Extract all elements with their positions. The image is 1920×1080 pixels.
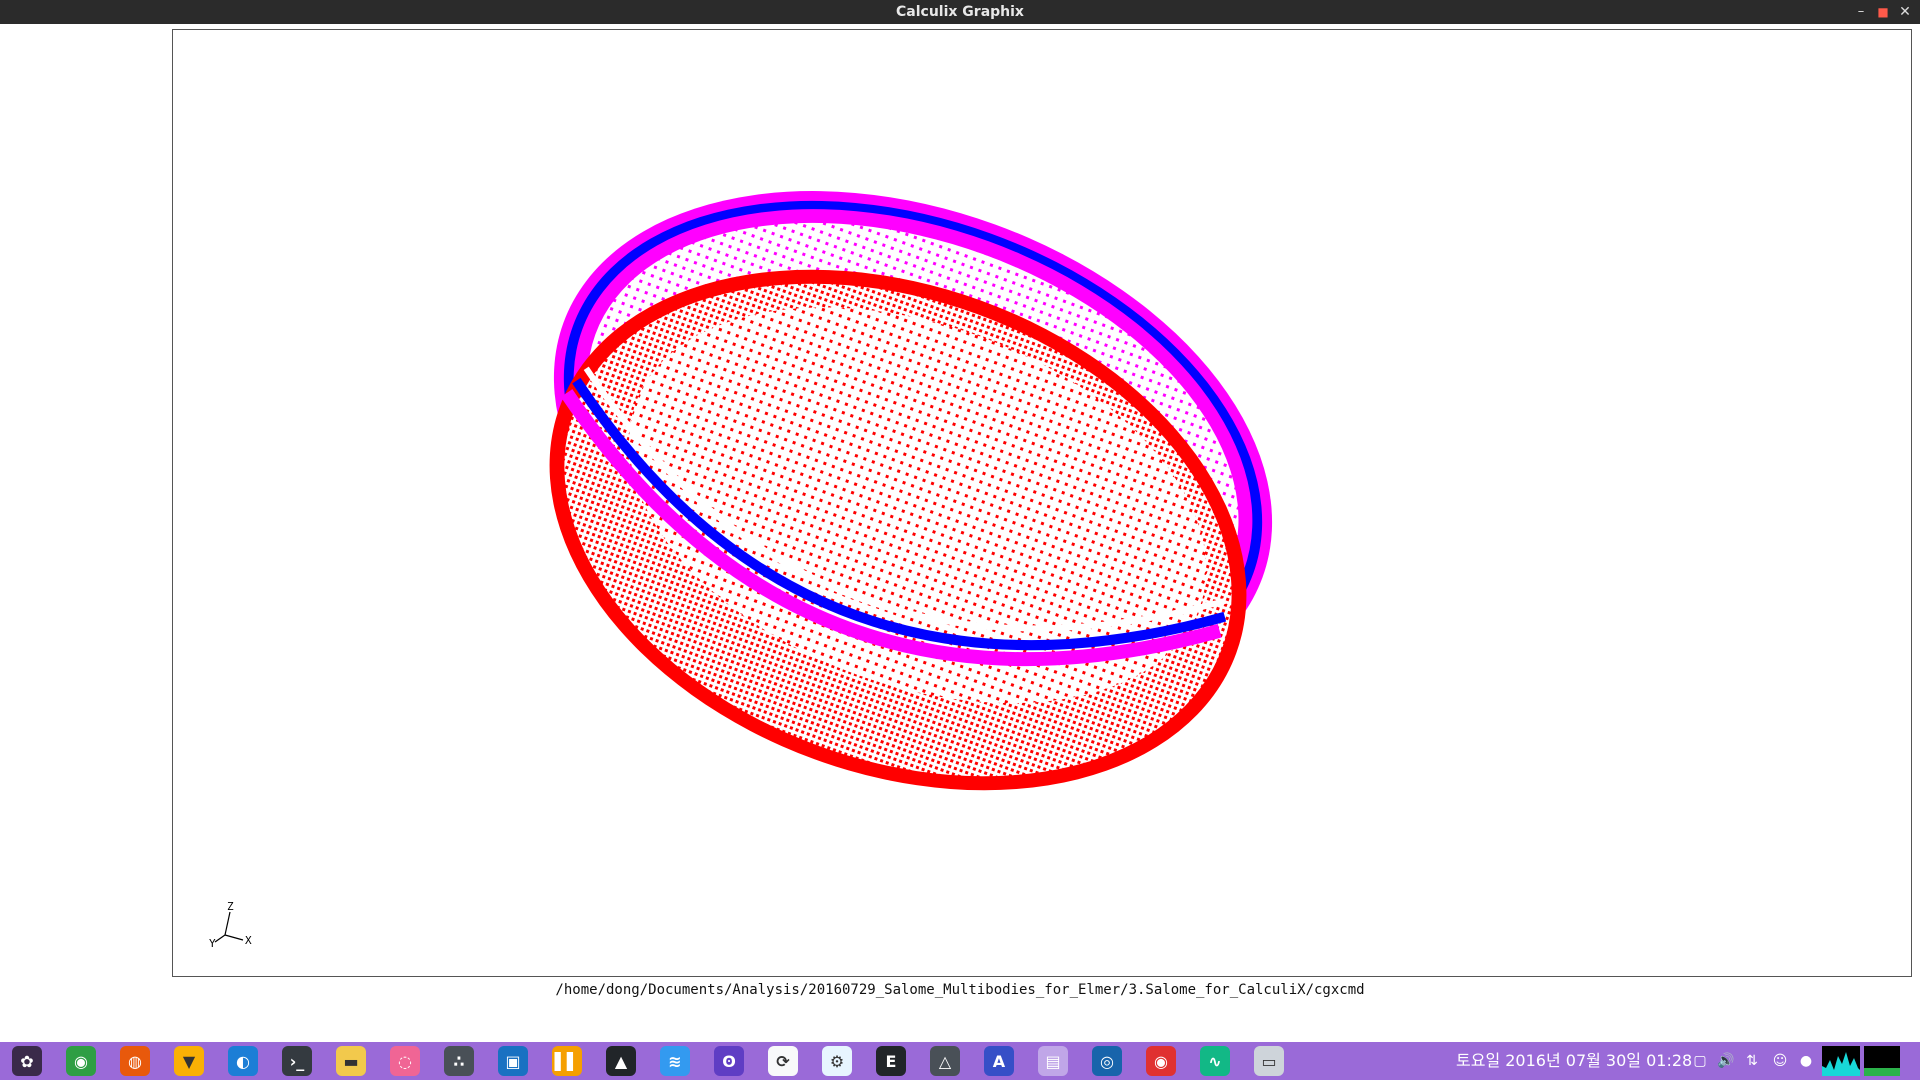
- firefox-icon[interactable]: ◍: [120, 1046, 150, 1076]
- text-app-icon[interactable]: A: [984, 1046, 1014, 1076]
- user-icon[interactable]: ☺: [1770, 1051, 1790, 1071]
- axis-x-label: X: [245, 934, 252, 947]
- gmsh-icon[interactable]: ▲: [606, 1046, 636, 1076]
- chrome-icon[interactable]: ◉: [66, 1046, 96, 1076]
- taskbar: ✿ ◉ ◍ ▼ ◐ ›_ ▬ ◌ ∴ ▣ ▌▌ ▲ ≋ ʘ ⟳ ⚙ E △ A ▤ ◎ ◉ ∿ ▭ 토요일 2016년 07월…: [0, 1042, 1920, 1080]
- minimize-button[interactable]: –: [1852, 3, 1870, 21]
- terminal-icon[interactable]: ›_: [282, 1046, 312, 1076]
- axis-z-label: Z: [227, 900, 234, 913]
- salome-icon[interactable]: ≋: [660, 1046, 690, 1076]
- paraview-icon[interactable]: ʘ: [714, 1046, 744, 1076]
- status-icon[interactable]: ●: [1796, 1051, 1816, 1071]
- monitor-app-icon[interactable]: ∿: [1200, 1046, 1230, 1076]
- sync-icon[interactable]: ◌: [390, 1046, 420, 1076]
- blue-app-icon[interactable]: ▣: [498, 1046, 528, 1076]
- memory-graph[interactable]: [1864, 1046, 1900, 1076]
- cpu-graph[interactable]: [1822, 1046, 1860, 1076]
- bars-app-icon[interactable]: ▌▌: [552, 1046, 582, 1076]
- clock[interactable]: 토요일 2016년 07월 30일 01:28: [1456, 1042, 1692, 1080]
- notification-icon[interactable]: ▢: [1690, 1051, 1710, 1071]
- network-icon[interactable]: ⇅: [1742, 1051, 1762, 1071]
- dots-app-icon[interactable]: ∴: [444, 1046, 474, 1076]
- axis-y-label: Y: [209, 937, 216, 950]
- window-app-icon[interactable]: ▭: [1254, 1046, 1284, 1076]
- brave-icon[interactable]: ▼: [174, 1046, 204, 1076]
- window-title: Calculix Graphix: [896, 4, 1024, 20]
- files-icon[interactable]: ▬: [336, 1046, 366, 1076]
- axis-triad: [214, 911, 244, 943]
- volume-icon[interactable]: 🔊: [1716, 1051, 1736, 1071]
- browser-icon[interactable]: ◐: [228, 1046, 258, 1076]
- model-render: Z Y X: [209, 191, 1273, 950]
- elmer-icon[interactable]: E: [876, 1046, 906, 1076]
- warning-app-icon[interactable]: △: [930, 1046, 960, 1076]
- maximize-button[interactable]: ■: [1874, 3, 1892, 21]
- update-icon[interactable]: ⟳: [768, 1046, 798, 1076]
- command-path: /home/dong/Documents/Analysis/20160729_S…: [555, 982, 1365, 998]
- settings-icon[interactable]: ⚙: [822, 1046, 852, 1076]
- graphics-viewport[interactable]: Z Y X: [172, 29, 1912, 977]
- title-bar: Calculix Graphix – ■ ✕: [0, 0, 1920, 24]
- document-icon[interactable]: ▤: [1038, 1046, 1068, 1076]
- chrome-2-icon[interactable]: ◉: [1146, 1046, 1176, 1076]
- swirl-app-icon[interactable]: ◎: [1092, 1046, 1122, 1076]
- close-button[interactable]: ✕: [1896, 3, 1914, 21]
- app-menu-icon[interactable]: ✿: [12, 1046, 42, 1076]
